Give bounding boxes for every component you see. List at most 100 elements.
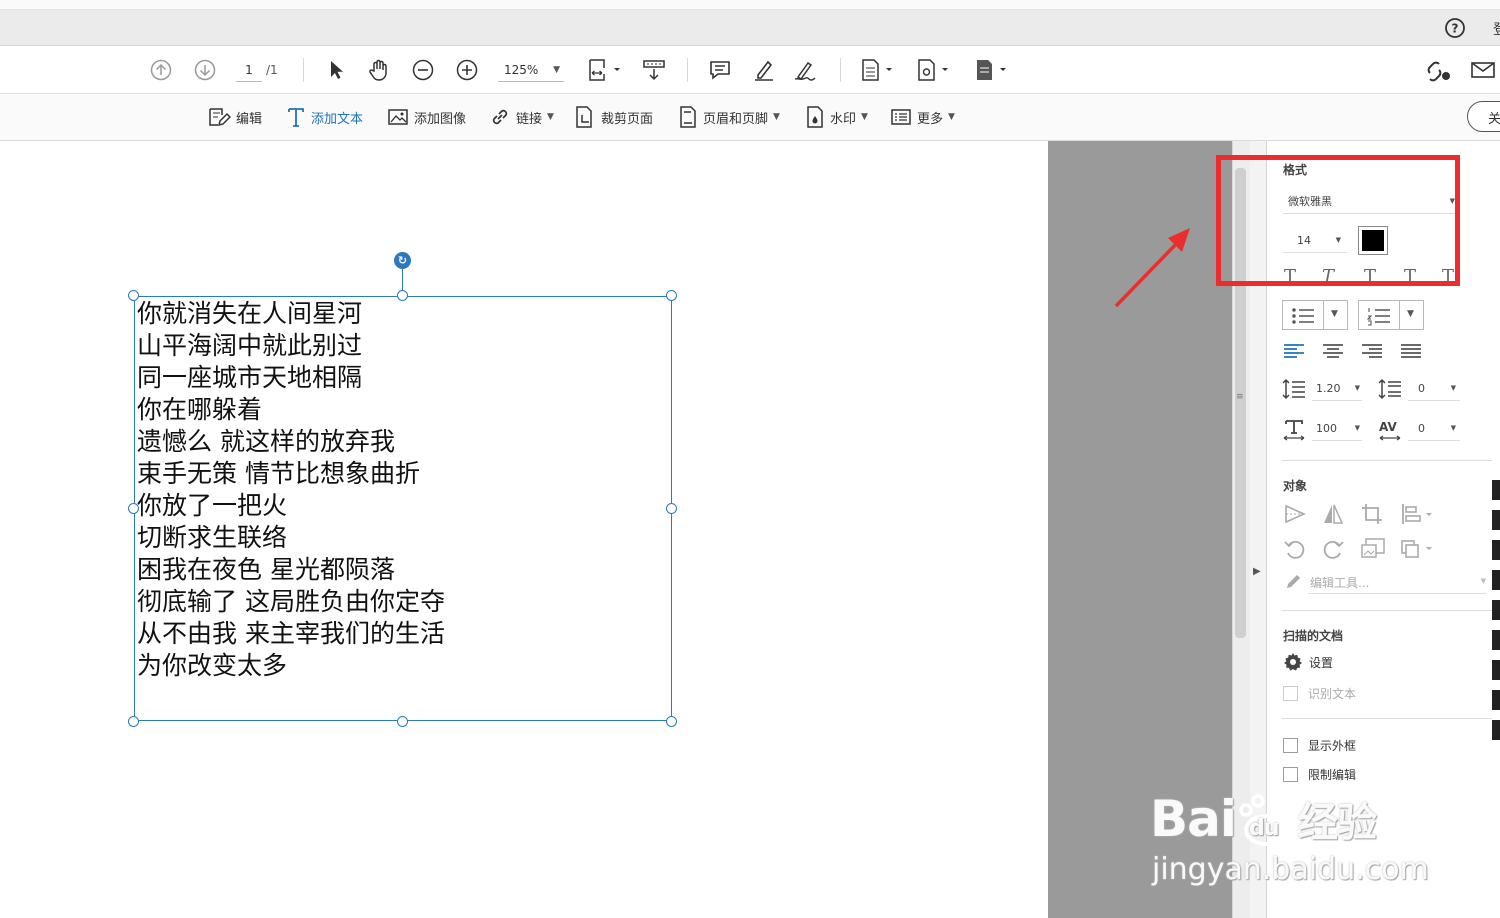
sign-in-partial[interactable]: 登 (1493, 19, 1500, 39)
resize-handle[interactable] (666, 716, 677, 727)
edit-tool-value: 编辑工具... (1310, 576, 1370, 590)
close-edit-label: 关 (1488, 112, 1500, 127)
text-line: 切断求生联络 (137, 523, 288, 552)
chevron-down-icon: ▼ (948, 112, 955, 122)
flip-horizontal-icon[interactable] (1284, 503, 1306, 525)
edit-button[interactable]: 编辑 (207, 104, 262, 130)
header-footer-icon (680, 106, 696, 128)
bullet-list-button[interactable]: ▼ (1282, 300, 1348, 330)
line-spacing-icon (1282, 378, 1305, 400)
baidu-jingyan-watermark: Bai du 经验 jingyan.baidu.com (1150, 790, 1450, 900)
page-settings-icon[interactable] (914, 56, 952, 84)
zoom-out-icon[interactable] (410, 56, 436, 84)
fit-page-icon[interactable] (586, 56, 624, 84)
text-line: 你就消失在人间星河 (137, 299, 363, 328)
show-bounding-checkbox[interactable] (1283, 738, 1298, 753)
email-icon[interactable] (1468, 56, 1498, 84)
toolbar-divider (687, 58, 688, 82)
resize-handle[interactable] (666, 503, 677, 514)
resize-handle[interactable] (397, 716, 408, 727)
link-label: 链接 (516, 111, 543, 127)
horizontal-scale-select[interactable]: 100 ▼ (1312, 417, 1362, 441)
zoom-in-icon[interactable] (454, 56, 480, 84)
pencil-icon (1287, 575, 1300, 588)
align-right-icon[interactable] (1362, 343, 1382, 359)
scroll-mode-icon[interactable] (640, 56, 668, 84)
add-image-button[interactable]: 添加图像 (387, 104, 466, 130)
recognize-text-option[interactable]: 识别文本 (1283, 685, 1356, 702)
show-bounding-label: 显示外框 (1308, 739, 1357, 753)
share-link-icon[interactable] (1424, 56, 1454, 84)
resize-handle[interactable] (666, 290, 677, 301)
edit-label: 编辑 (236, 111, 263, 127)
crop-page-label: 裁剪页面 (601, 111, 654, 127)
prev-page-icon[interactable] (148, 56, 174, 84)
paragraph-spacing-icon (1378, 378, 1401, 400)
line-spacing-value: 1.20 (1316, 382, 1341, 395)
scan-settings-button[interactable]: 设置 (1283, 652, 1333, 672)
restrict-editing-label: 限制编辑 (1308, 768, 1357, 782)
rotate-handle-icon[interactable]: ↻ (394, 252, 411, 269)
edit-tool-select[interactable]: 编辑工具... ▼ (1308, 570, 1486, 594)
export-document-icon[interactable] (972, 56, 1010, 84)
line-spacing-select[interactable]: 1.20 ▼ (1312, 377, 1362, 401)
chevron-down-icon: ▼ (547, 112, 554, 122)
next-page-icon[interactable] (192, 56, 218, 84)
restrict-editing-option[interactable]: 限制编辑 (1283, 766, 1356, 783)
menu-bar: ? 登 (0, 10, 1500, 46)
select-arrow-icon[interactable] (324, 56, 348, 84)
align-objects-icon[interactable] (1400, 503, 1434, 525)
character-spacing-select[interactable]: 0 ▼ (1408, 417, 1460, 441)
numbered-list-icon (1367, 308, 1390, 326)
watermark-brand-main: Bai (1150, 790, 1237, 848)
arrange-icon[interactable] (1400, 537, 1434, 561)
crop-page-button[interactable]: 裁剪页面 (574, 104, 653, 130)
text-content[interactable]: 你就消失在人间星河 山平海阔中就此别过 同一座城市天地相隔 你在哪躲着 遗憾么 … (137, 298, 657, 682)
paragraph-spacing-select[interactable]: 0 ▼ (1408, 377, 1460, 401)
watermark-button[interactable]: 水印 ▼ (805, 104, 868, 130)
chevron-down-icon: ▼ (1354, 424, 1360, 432)
align-justify-icon[interactable] (1401, 343, 1421, 359)
text-line: 从不由我 来主宰我们的生活 (137, 619, 445, 648)
replace-image-icon[interactable] (1360, 537, 1386, 561)
chevron-down-icon: ▼ (861, 112, 868, 122)
svg-text:?: ? (1452, 22, 1459, 36)
bullet-list-icon (1292, 308, 1314, 324)
resize-handle[interactable] (128, 716, 139, 727)
flip-vertical-icon[interactable] (1322, 503, 1344, 525)
help-icon[interactable]: ? (1444, 17, 1466, 39)
text-line: 你在哪躲着 (137, 395, 263, 424)
scan-section-title: 扫描的文档 (1283, 629, 1344, 643)
rotate-left-icon[interactable] (1284, 538, 1306, 560)
more-button[interactable]: 更多 ▼ (890, 104, 955, 130)
link-button[interactable]: 链接 ▼ (489, 104, 554, 130)
header-footer-button[interactable]: 页眉和页脚 ▼ (678, 104, 780, 130)
image-icon (388, 109, 408, 125)
zoom-select[interactable]: 125% ▼ (498, 58, 564, 82)
show-bounding-option[interactable]: 显示外框 (1283, 737, 1356, 754)
add-image-label: 添加图像 (414, 111, 467, 127)
align-left-icon[interactable] (1284, 343, 1304, 359)
chevron-down-icon: ▼ (1407, 309, 1414, 319)
restrict-editing-checkbox[interactable] (1283, 767, 1298, 782)
hand-tool-icon[interactable] (366, 56, 392, 84)
link-icon (492, 109, 508, 125)
highlight-pen-icon[interactable] (750, 56, 778, 84)
character-spacing-icon: AV (1379, 420, 1401, 441)
page-number-input[interactable]: 1 (236, 58, 262, 82)
more-label: 更多 (917, 111, 944, 127)
document-menu-icon[interactable] (858, 56, 896, 84)
numbered-list-button[interactable]: ▼ (1358, 300, 1424, 330)
align-center-icon[interactable] (1323, 343, 1343, 359)
close-edit-button[interactable]: 关 (1467, 101, 1500, 132)
horizontal-scale-icon (1283, 420, 1305, 441)
panel-divider (1282, 718, 1492, 719)
text-line: 山平海阔中就此别过 (137, 331, 363, 360)
add-text-button[interactable]: 添加文本 (286, 104, 363, 130)
sign-icon[interactable] (792, 56, 822, 84)
recognize-text-checkbox[interactable] (1283, 686, 1298, 701)
rotate-right-icon[interactable] (1322, 538, 1344, 560)
crop-icon[interactable] (1361, 503, 1383, 525)
expand-panel-icon[interactable]: ▶ (1253, 566, 1261, 577)
comment-icon[interactable] (706, 56, 734, 84)
